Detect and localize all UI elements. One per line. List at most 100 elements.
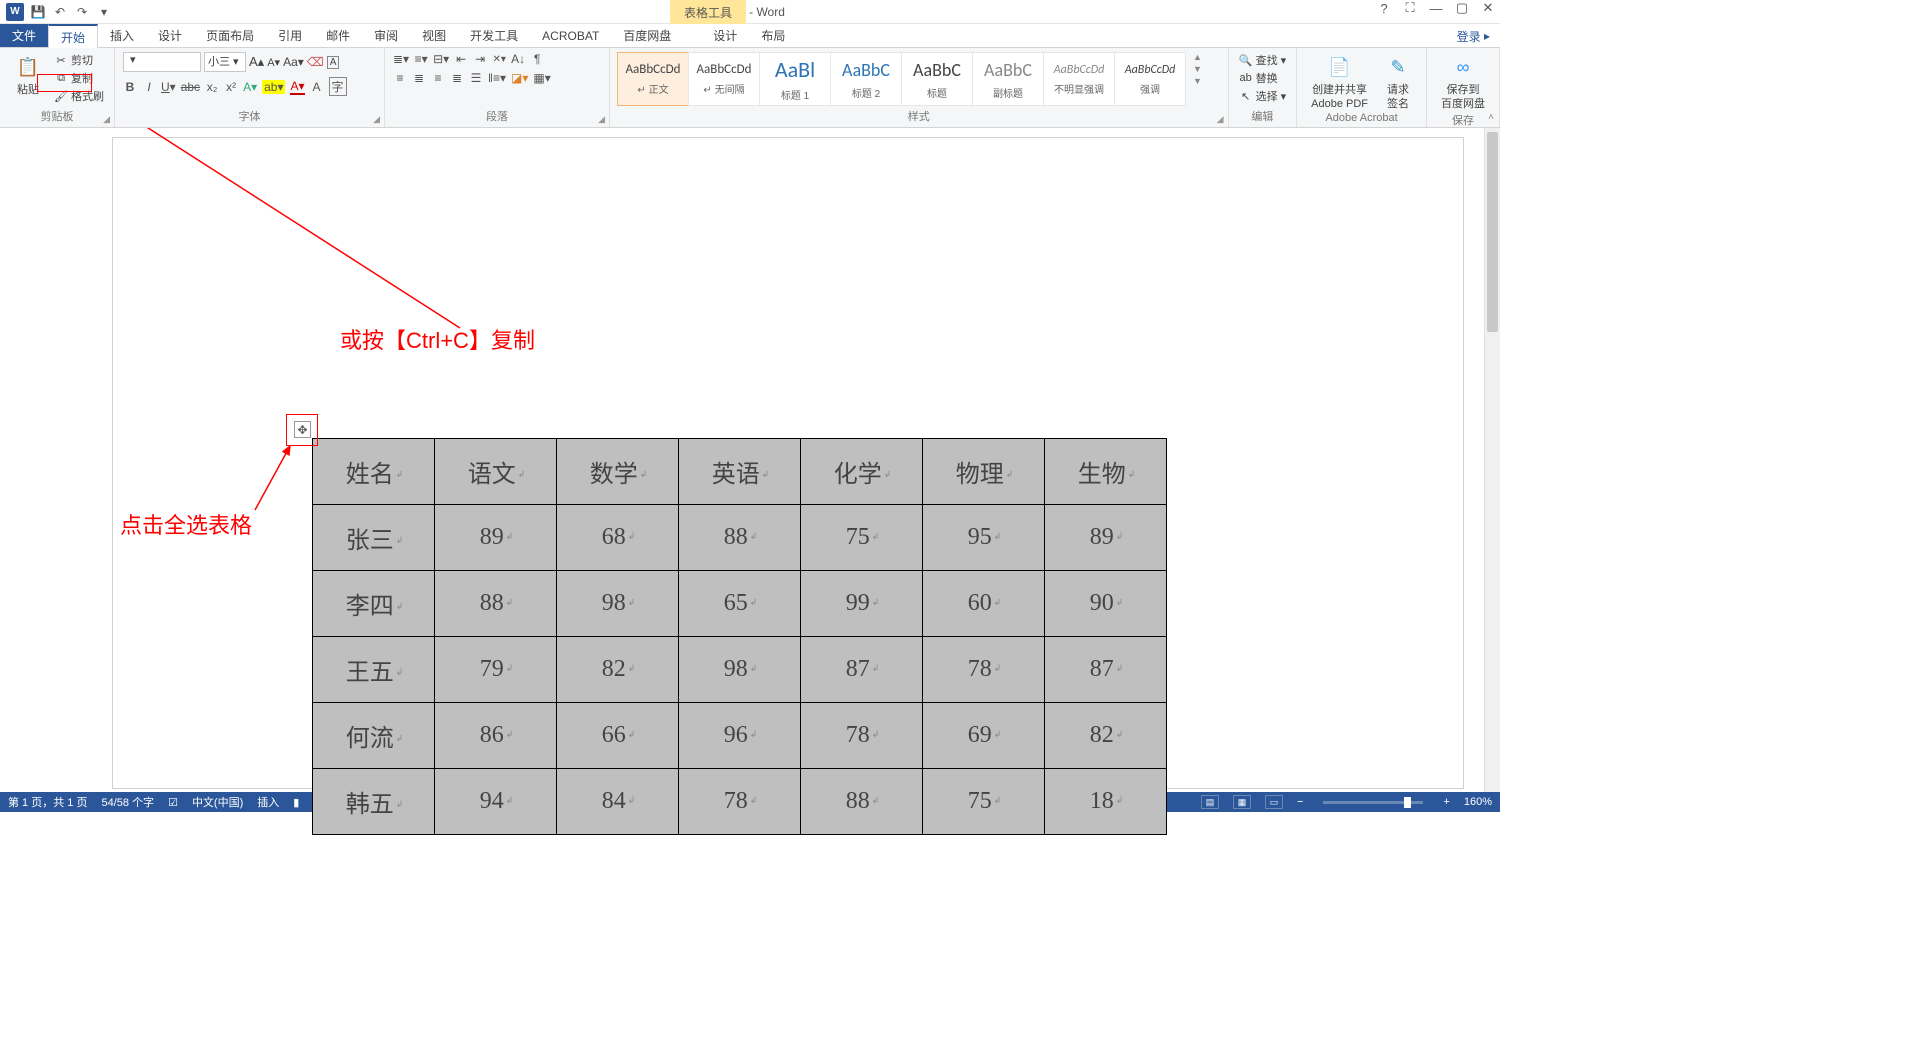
view-read-icon[interactable]: ▤ [1201,795,1219,809]
tab-home[interactable]: 开始 [48,24,98,48]
tab-design[interactable]: 设计 [146,24,194,47]
bold-icon[interactable]: B [123,80,137,94]
dialog-launcher-icon[interactable]: ◢ [598,114,605,125]
status-language[interactable]: 中文(中国) [192,794,243,810]
qat-more-icon[interactable]: ▾ [96,4,112,20]
line-spacing-icon[interactable]: ‖≡▾ [488,71,506,85]
dialog-launcher-icon[interactable]: ◢ [103,114,110,125]
align-left-icon[interactable]: ≡ [393,71,407,85]
underline-icon[interactable]: U▾ [161,80,176,94]
dec-indent-icon[interactable]: ⇤ [454,52,468,66]
table-cell[interactable]: 68↲ [557,505,679,571]
table-cell[interactable]: 86↲ [435,703,557,769]
save-icon[interactable]: 💾 [30,4,46,20]
table-cell[interactable]: 84↲ [557,769,679,835]
italic-icon[interactable]: I [142,80,156,94]
styles-gallery[interactable]: AaBbCcDd↵ 正文AaBbCcDd↵ 无间隔AaBl标题 1AaBbC标题… [618,52,1186,106]
table-cell[interactable]: 82↲ [557,637,679,703]
tab-page-layout[interactable]: 页面布局 [194,24,266,47]
phonetic-icon[interactable]: Aa▾ [283,55,304,69]
vertical-scrollbar[interactable] [1484,128,1500,792]
table-cell[interactable]: 90↲ [1045,571,1167,637]
collapse-ribbon-icon[interactable]: ˄ [1488,112,1494,123]
tab-developer[interactable]: 开发工具 [458,24,530,47]
view-print-icon[interactable]: ▦ [1233,795,1251,809]
tab-view[interactable]: 视图 [410,24,458,47]
table-cell[interactable]: 88↲ [801,769,923,835]
undo-icon[interactable]: ↶ [52,4,68,20]
table-cell[interactable]: 79↲ [435,637,557,703]
redo-icon[interactable]: ↷ [74,4,90,20]
table-cell[interactable]: 78↲ [801,703,923,769]
table-cell[interactable]: 数学↲ [557,439,679,505]
asian-layout-icon[interactable]: ✕▾ [492,54,506,65]
table-cell[interactable]: 78↲ [923,637,1045,703]
status-insert-mode[interactable]: 插入 [257,794,279,810]
table-cell[interactable]: 张三↲ [313,505,435,571]
table-cell[interactable]: 60↲ [923,571,1045,637]
table-cell[interactable]: 65↲ [679,571,801,637]
save-to-baidu-button[interactable]: ∞ 保存到百度网盘 [1435,52,1491,112]
inc-indent-icon[interactable]: ⇥ [473,52,487,66]
table-cell[interactable]: 96↲ [679,703,801,769]
table-cell[interactable]: 99↲ [801,571,923,637]
style-item[interactable]: AaBbCcDd↵ 无间隔 [688,52,760,106]
cut-button[interactable]: ✂剪切 [52,52,106,68]
gallery-up-icon[interactable]: ▲ [1193,52,1202,62]
tab-review[interactable]: 审阅 [362,24,410,47]
tab-insert[interactable]: 插入 [98,24,146,47]
table-cell[interactable]: 87↲ [801,637,923,703]
zoom-level[interactable]: 160% [1464,796,1492,808]
grow-font-icon[interactable]: A▴ [249,54,264,70]
zoom-out-icon[interactable]: − [1297,796,1303,808]
enclose-char-icon[interactable]: A [327,56,340,69]
table-cell[interactable]: 95↲ [923,505,1045,571]
subscript-icon[interactable]: x₂ [205,80,219,94]
bullets-icon[interactable]: ≣▾ [393,52,409,66]
align-right-icon[interactable]: ≡ [431,71,445,85]
table-cell[interactable]: 英语↲ [679,439,801,505]
table-cell[interactable]: 66↲ [557,703,679,769]
minimize-icon[interactable]: — [1428,1,1444,16]
table-cell[interactable]: 88↲ [679,505,801,571]
status-macro-icon[interactable]: ▮ [293,796,299,809]
style-item[interactable]: AaBbCcDd不明显强调 [1043,52,1115,106]
data-table[interactable]: 姓名↲语文↲数学↲英语↲化学↲物理↲生物↲张三↲89↲68↲88↲75↲95↲8… [312,438,1167,835]
table-cell[interactable]: 89↲ [435,505,557,571]
table-cell[interactable]: 94↲ [435,769,557,835]
style-item[interactable]: AaBbCcDd强调 [1114,52,1186,106]
style-item[interactable]: AaBbC副标题 [972,52,1044,106]
tab-table-layout[interactable]: 布局 [749,24,797,47]
gallery-more-icon[interactable]: ▼ [1193,76,1202,86]
table-cell[interactable]: 69↲ [923,703,1045,769]
tab-table-design[interactable]: 设计 [701,24,749,47]
tab-file[interactable]: 文件 [0,24,48,47]
font-name-select[interactable]: ▾ [123,52,201,72]
highlight-icon[interactable]: ab▾ [262,80,285,94]
dialog-launcher-icon[interactable]: ◢ [373,114,380,125]
table-cell[interactable]: 89↲ [1045,505,1167,571]
status-spellcheck-icon[interactable]: ☑ [168,796,178,809]
numbering-icon[interactable]: ≡▾ [414,52,428,66]
sort-icon[interactable]: A↓ [511,52,525,66]
char-border-icon[interactable]: 字 [329,77,347,96]
table-cell[interactable]: 化学↲ [801,439,923,505]
show-marks-icon[interactable]: ¶ [530,52,544,66]
table-cell[interactable]: 生物↲ [1045,439,1167,505]
char-shading-icon[interactable]: A [310,80,324,94]
table-cell[interactable]: 18↲ [1045,769,1167,835]
request-sign-button[interactable]: ✎ 请求签名 [1378,52,1418,112]
signin-link[interactable]: 登录 ▸ [1457,24,1490,48]
table-cell[interactable]: 82↲ [1045,703,1167,769]
tab-baidu[interactable]: 百度网盘 [611,24,683,47]
table-cell[interactable]: 87↲ [1045,637,1167,703]
table-cell[interactable]: 88↲ [435,571,557,637]
style-item[interactable]: AaBbC标题 2 [830,52,902,106]
style-item[interactable]: AaBbCcDd↵ 正文 [617,52,689,106]
style-item[interactable]: AaBl标题 1 [759,52,831,106]
table-cell[interactable]: 李四↲ [313,571,435,637]
tab-mailings[interactable]: 邮件 [314,24,362,47]
close-icon[interactable]: ✕ [1480,0,1496,16]
text-effects-icon[interactable]: A▾ [243,80,257,94]
zoom-slider[interactable] [1323,801,1423,804]
